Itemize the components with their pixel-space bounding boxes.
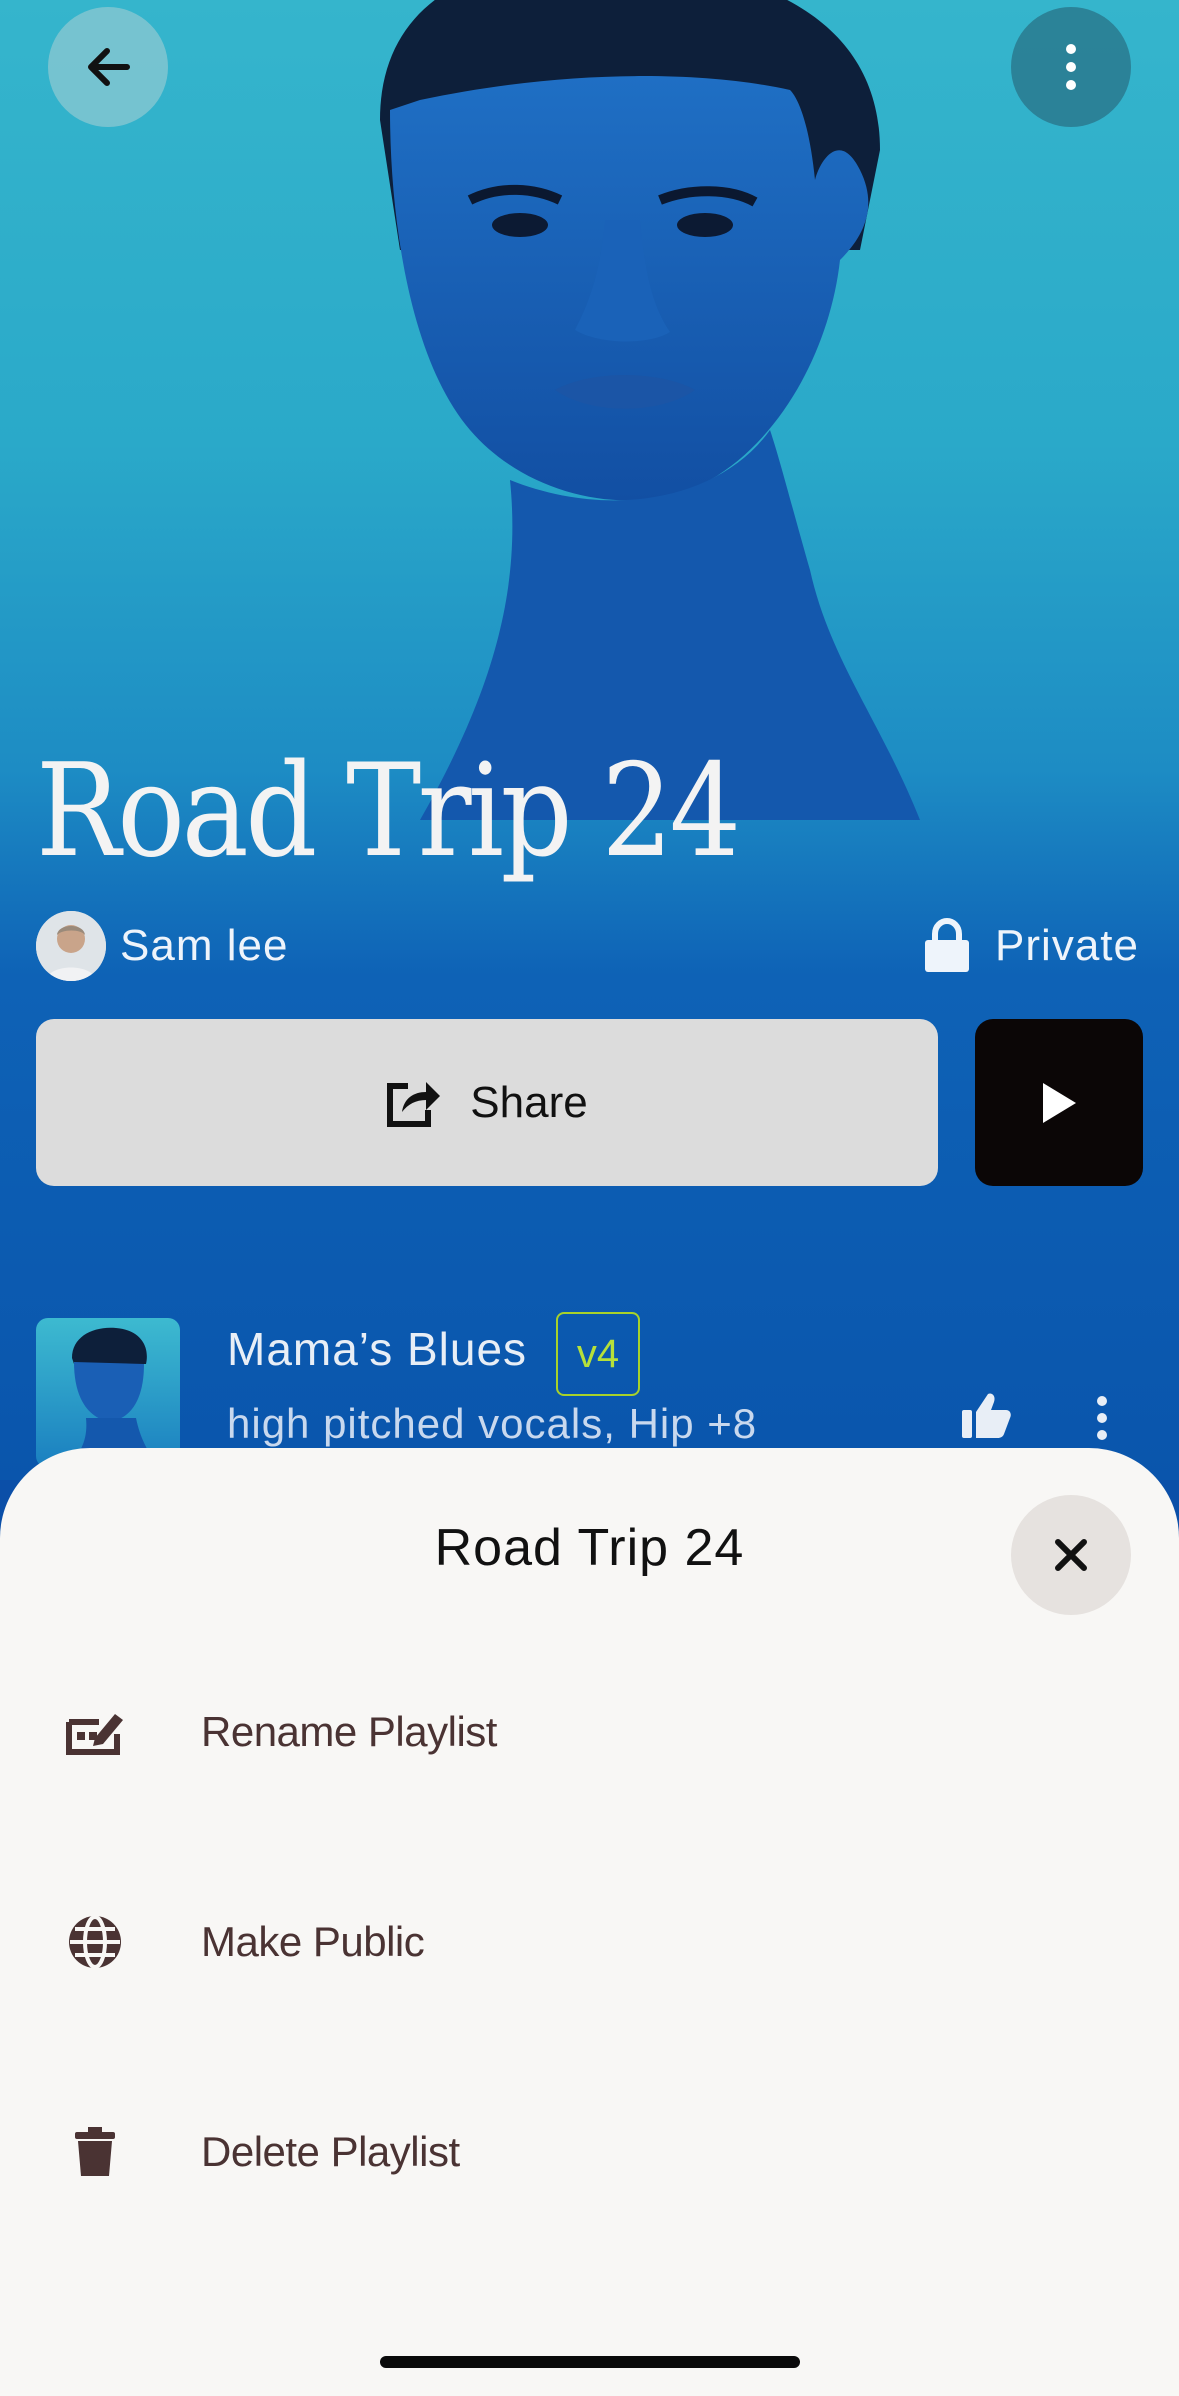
share-icon	[387, 1081, 441, 1127]
make-public-item[interactable]: Make Public	[0, 1882, 1179, 2002]
more-vertical-icon	[1066, 44, 1076, 90]
track-title[interactable]: Mama’s Blues	[227, 1322, 527, 1376]
cover-portrait-image	[380, 0, 920, 820]
track-more-icon[interactable]	[1096, 1396, 1108, 1440]
avatar	[36, 911, 106, 981]
playlist-options-sheet: Road Trip 24 Rename Playlist Make Public	[0, 1448, 1179, 2396]
owner-info[interactable]: Sam lee	[36, 910, 288, 982]
share-button[interactable]: Share	[36, 1019, 938, 1186]
play-button[interactable]	[975, 1019, 1143, 1186]
more-options-button[interactable]	[1011, 7, 1131, 127]
privacy-status: Private	[923, 910, 1139, 982]
share-label: Share	[470, 1077, 588, 1127]
privacy-label: Private	[995, 921, 1139, 970]
lock-icon	[925, 918, 970, 972]
track-tags: high pitched vocals, Hip +8	[227, 1400, 758, 1447]
trash-icon	[75, 2127, 115, 2176]
play-icon	[1043, 1082, 1076, 1123]
delete-playlist-label: Delete Playlist	[201, 2128, 460, 2175]
rename-playlist-item[interactable]: Rename Playlist	[0, 1672, 1179, 1792]
playlist-title: Road Trip 24	[36, 737, 741, 886]
close-button[interactable]	[1011, 1495, 1131, 1615]
home-indicator	[380, 2356, 800, 2368]
track-cover-image	[66, 1327, 160, 1468]
rename-playlist-label: Rename Playlist	[201, 1708, 497, 1755]
globe-icon	[69, 1915, 121, 1969]
close-icon	[1055, 1539, 1087, 1571]
user-avatar-image	[36, 911, 106, 981]
arrow-left-icon	[88, 48, 130, 86]
owner-name: Sam lee	[120, 921, 289, 970]
make-public-label: Make Public	[201, 1918, 425, 1965]
rename-icon	[66, 1714, 123, 1755]
delete-playlist-item[interactable]: Delete Playlist	[0, 2092, 1179, 2212]
sheet-title: Road Trip 24	[434, 1519, 745, 1577]
thumbs-up-icon[interactable]	[960, 1390, 1012, 1440]
version-badge: v4	[556, 1312, 640, 1396]
track-thumbnail[interactable]	[36, 1318, 180, 1468]
back-button[interactable]	[48, 7, 168, 127]
